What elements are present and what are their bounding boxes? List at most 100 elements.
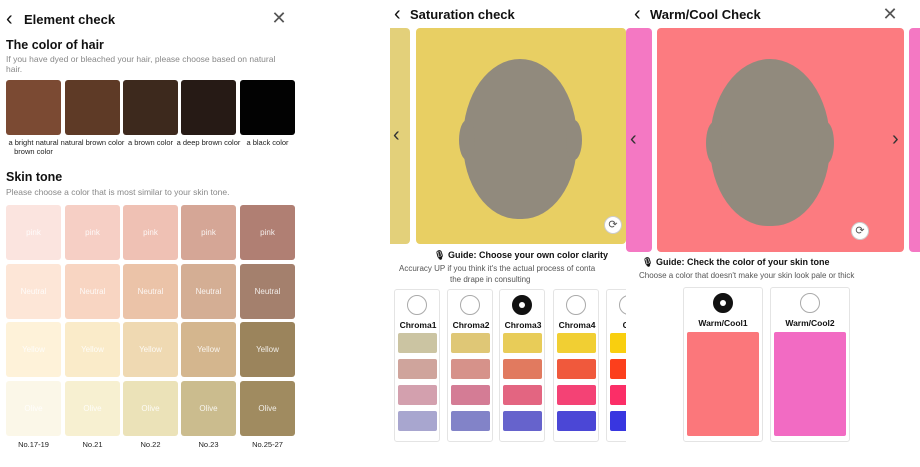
skin-tone-label: pink <box>85 228 100 237</box>
radio-button[interactable] <box>460 295 480 315</box>
skin-tone-label: pink <box>26 228 41 237</box>
skin-tone-label: pink <box>260 228 275 237</box>
hair-color-label: a black color <box>246 138 289 147</box>
guide-title: 🎙 Guide: Check the color of your skin to… <box>642 257 829 268</box>
face-preview: ⟳ <box>416 28 626 244</box>
chroma-option-card[interactable]: Chroma3 <box>499 289 545 442</box>
skin-tone-swatch[interactable]: pink <box>65 205 120 260</box>
skin-tone-swatch[interactable]: Yellow <box>181 322 236 377</box>
chroma-swatch <box>503 385 542 405</box>
hair-section-subtitle: If you have dyed or bleached your hair, … <box>6 54 276 74</box>
hair-color-swatch[interactable] <box>240 80 295 135</box>
next-drape-preview[interactable] <box>909 28 920 252</box>
refresh-icon[interactable]: ⟳ <box>604 216 622 234</box>
warm-cool-option-card[interactable]: Warm/Cool2 <box>770 287 850 442</box>
skin-tone-number: No.17-19 <box>18 440 49 449</box>
radio-button[interactable] <box>407 295 427 315</box>
skin-tone-label: Olive <box>141 404 160 413</box>
chroma-swatch <box>610 385 626 405</box>
chevron-right-icon[interactable]: › <box>892 128 899 151</box>
skin-tone-swatch[interactable]: pink <box>123 205 178 260</box>
skin-tone-swatch[interactable]: Neutral <box>240 264 295 319</box>
header: ‹ Element check ✕ <box>0 0 303 38</box>
chevron-left-icon[interactable]: ‹ <box>630 128 637 151</box>
skin-tone-swatch[interactable]: Olive <box>123 381 178 436</box>
skin-tone-number: No.23 <box>198 440 219 449</box>
skin-tone-label: Olive <box>83 404 102 413</box>
close-icon[interactable]: ✕ <box>880 4 900 24</box>
skin-tone-label: Yellow <box>139 345 162 354</box>
chroma-label: Chr <box>622 320 626 330</box>
refresh-icon[interactable]: ⟳ <box>851 222 869 240</box>
saturation-check-panel: ‹ Saturation check ‹ ⟳ 🎙 Guide: Choose y… <box>390 0 626 467</box>
radio-button[interactable] <box>566 295 586 315</box>
chroma-swatch <box>557 359 596 379</box>
chevron-left-icon[interactable]: ‹ <box>393 124 400 147</box>
chroma-swatch <box>398 359 437 379</box>
warm-cool-label: Warm/Cool2 <box>785 318 835 328</box>
face-ear-right <box>818 122 834 164</box>
skin-section-subtitle: Please choose a color that is most simil… <box>6 187 230 197</box>
skin-tone-swatch[interactable]: Yellow <box>6 322 61 377</box>
skin-tone-swatch[interactable]: Olive <box>240 381 295 436</box>
chroma-swatch <box>557 411 596 431</box>
warm-cool-label: Warm/Cool1 <box>698 318 748 328</box>
element-check-panel: ‹ Element check ✕ The color of hair If y… <box>0 0 303 467</box>
skin-tone-swatch[interactable]: pink <box>6 205 61 260</box>
hair-color-label: a brown color <box>127 138 174 147</box>
skin-tone-label: Yellow <box>22 345 45 354</box>
skin-tone-label: Yellow <box>197 345 220 354</box>
skin-tone-swatch[interactable]: Neutral <box>6 264 61 319</box>
chroma-option-card[interactable]: Chr <box>606 289 626 442</box>
skin-tone-swatch[interactable]: Yellow <box>123 322 178 377</box>
chroma-option-card[interactable]: Chroma2 <box>447 289 493 442</box>
skin-tone-swatch[interactable]: Olive <box>6 381 61 436</box>
hair-section-title: The color of hair <box>6 38 104 52</box>
skin-tone-swatch[interactable]: Neutral <box>65 264 120 319</box>
chroma-swatch <box>451 385 490 405</box>
back-arrow-icon[interactable]: ‹ <box>6 9 24 29</box>
hair-color-label: natural brown color <box>60 138 125 147</box>
skin-tone-swatch[interactable]: Olive <box>181 381 236 436</box>
hair-color-swatch[interactable] <box>6 80 61 135</box>
hair-color-swatch[interactable] <box>65 80 120 135</box>
hair-color-swatch[interactable] <box>181 80 236 135</box>
radio-button[interactable] <box>512 295 532 315</box>
skin-tone-swatch[interactable]: Yellow <box>240 322 295 377</box>
skin-tone-number: No.22 <box>140 440 161 449</box>
skin-tone-label: Yellow <box>256 345 279 354</box>
chroma-swatch <box>451 333 490 353</box>
radio-button[interactable] <box>713 293 733 313</box>
face-ear-right <box>566 120 582 160</box>
chroma-swatch <box>557 333 596 353</box>
skin-tone-swatch[interactable]: Neutral <box>181 264 236 319</box>
skin-tone-label: Neutral <box>137 287 164 296</box>
face-preview: ⟳ <box>657 28 904 252</box>
skin-tone-label: Olive <box>199 404 218 413</box>
close-icon[interactable]: ✕ <box>269 8 289 28</box>
face-ear-left <box>706 122 722 164</box>
skin-tone-label: Neutral <box>79 287 106 296</box>
hair-color-swatch[interactable] <box>123 80 178 135</box>
skin-tone-swatch[interactable]: Olive <box>65 381 120 436</box>
warm-cool-option-card[interactable]: Warm/Cool1 <box>683 287 763 442</box>
warm-cool-swatch <box>687 332 759 436</box>
guide-title: 🎙 Guide: Choose your own color clarity <box>434 250 608 261</box>
warm-cool-swatch <box>774 332 846 436</box>
skin-tone-label: Yellow <box>81 345 104 354</box>
chroma-swatch <box>398 411 437 431</box>
skin-tone-label: Neutral <box>254 287 281 296</box>
chroma-option-card[interactable]: Chroma4 <box>553 289 599 442</box>
skin-tone-swatch[interactable]: pink <box>240 205 295 260</box>
chroma-option-card[interactable]: Chroma1 <box>394 289 440 442</box>
skin-tone-swatch[interactable]: pink <box>181 205 236 260</box>
radio-button[interactable] <box>619 295 626 315</box>
page-title: Element check <box>24 12 116 27</box>
chroma-swatch <box>503 411 542 431</box>
skin-tone-swatch[interactable]: Neutral <box>123 264 178 319</box>
radio-button[interactable] <box>800 293 820 313</box>
page-title: Warm/Cool Check <box>650 7 761 22</box>
microphone-icon: 🎙 <box>642 257 654 267</box>
skin-tone-swatch[interactable]: Yellow <box>65 322 120 377</box>
chroma-swatch <box>503 333 542 353</box>
